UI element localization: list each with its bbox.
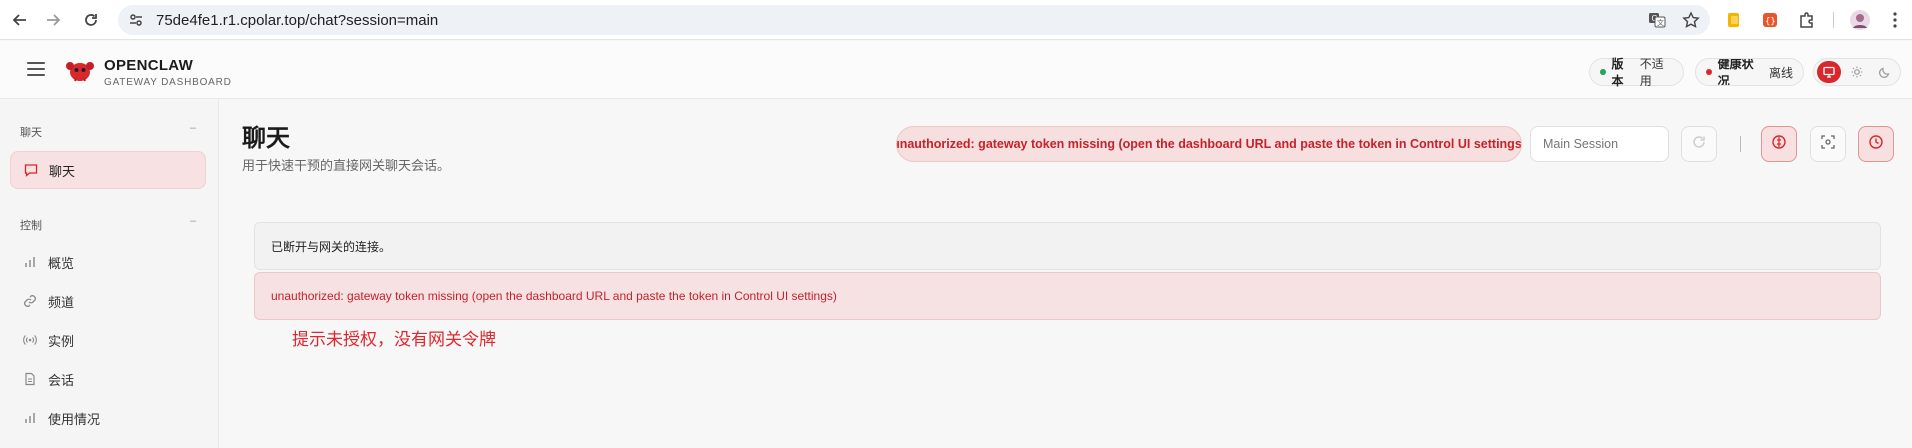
moon-icon[interactable]	[1873, 61, 1897, 83]
sidebar-item-overview[interactable]: 概览	[10, 243, 206, 281]
sidebar-item-label: 会话	[48, 372, 75, 388]
theme-switcher	[1813, 58, 1901, 86]
forward-icon[interactable]	[42, 9, 64, 31]
collapse-icon[interactable]: –	[190, 215, 196, 227]
document-icon	[22, 371, 38, 387]
clock-icon	[1868, 134, 1884, 155]
more-icon[interactable]	[1884, 9, 1906, 31]
sidebar-item-channels[interactable]: 频道	[10, 282, 206, 320]
error-status-pill: unauthorized: gateway token missing (ope…	[896, 126, 1522, 162]
puzzle-extension-icon[interactable]	[1796, 9, 1818, 31]
sidebar-item-label: 聊天	[49, 163, 76, 179]
extension-icon[interactable]: {}	[1759, 9, 1781, 31]
connection-status-message: 已断开与网关的连接。	[254, 222, 1881, 270]
bar-chart-icon	[22, 254, 38, 270]
bar-chart-icon	[22, 410, 38, 426]
page-subtitle: 用于快速干预的直接网关聊天会话。	[242, 158, 451, 173]
sidebar: 聊天 – 聊天 控制 – 概览 频道 实例 会话 使用情况	[0, 100, 219, 448]
link-icon	[22, 293, 38, 309]
version-label: 版本	[1611, 57, 1624, 88]
toolbar-divider	[1740, 136, 1741, 152]
back-icon[interactable]	[9, 9, 31, 31]
brand-title: OPENCLAW	[104, 57, 194, 74]
version-status: 版本 不适用	[1589, 57, 1684, 88]
health-value: 离线	[1768, 65, 1793, 80]
refresh-icon	[1691, 134, 1707, 155]
sidebar-item-instances[interactable]: 实例	[10, 321, 206, 359]
openclaw-logo	[66, 57, 94, 83]
sidebar-group-chat[interactable]: 聊天	[20, 124, 42, 140]
sidebar-item-label: 频道	[48, 294, 75, 310]
sidebar-item-label: 实例	[48, 333, 75, 349]
thinking-toggle-button[interactable]	[1761, 126, 1797, 162]
extension-icon[interactable]	[1723, 9, 1745, 31]
browser-toolbar: 75de4fe1.r1.cpolar.top/chat?session=main…	[0, 0, 1912, 40]
annotation-text: 提示未授权，没有网关令牌	[292, 330, 496, 349]
site-settings-icon[interactable]	[128, 12, 144, 33]
focus-mode-button[interactable]	[1810, 126, 1846, 162]
version-value: 不适用	[1639, 57, 1664, 88]
focus-icon	[1820, 134, 1836, 155]
brand-subtitle: GATEWAY DASHBOARD	[104, 77, 232, 88]
page-title: 聊天	[242, 125, 290, 152]
profile-avatar-icon[interactable]	[1849, 9, 1871, 31]
reload-icon[interactable]	[80, 9, 102, 31]
history-button[interactable]	[1858, 126, 1894, 162]
refresh-button[interactable]	[1681, 126, 1717, 162]
sidebar-item-usage[interactable]: 使用情况	[10, 399, 206, 437]
toolbar-divider	[1833, 12, 1834, 28]
address-bar[interactable]: 75de4fe1.r1.cpolar.top/chat?session=main…	[118, 5, 1710, 35]
session-select[interactable]	[1530, 126, 1669, 162]
sidebar-item-label: 概览	[48, 255, 75, 271]
brain-icon	[1771, 134, 1787, 155]
monitor-icon[interactable]	[1817, 61, 1841, 83]
broadcast-icon	[22, 332, 38, 348]
sidebar-item-label: 使用情况	[48, 411, 101, 427]
health-status-dot	[1706, 69, 1712, 75]
bookmark-star-icon[interactable]	[1682, 11, 1700, 34]
health-status: 健康状况 离线	[1695, 58, 1804, 86]
version-status-dot	[1600, 69, 1606, 75]
svg-text:文: 文	[1657, 18, 1664, 27]
app-header: OPENCLAW GATEWAY DASHBOARD 版本 不适用 健康状况 离…	[0, 41, 1912, 99]
menu-icon[interactable]	[27, 62, 45, 76]
svg-text:{}: {}	[1765, 17, 1776, 27]
sidebar-group-control[interactable]: 控制	[20, 217, 42, 233]
chat-bubble-icon	[23, 162, 39, 178]
url-text[interactable]: 75de4fe1.r1.cpolar.top/chat?session=main	[156, 12, 438, 29]
collapse-icon[interactable]: –	[190, 122, 196, 134]
sidebar-item-chat[interactable]: 聊天	[10, 151, 206, 189]
translate-icon[interactable]: G文	[1648, 11, 1666, 34]
health-label: 健康状况	[1717, 58, 1754, 86]
error-message: unauthorized: gateway token missing (ope…	[254, 272, 1881, 320]
sun-icon[interactable]	[1845, 61, 1869, 83]
sidebar-item-sessions[interactable]: 会话	[10, 360, 206, 398]
